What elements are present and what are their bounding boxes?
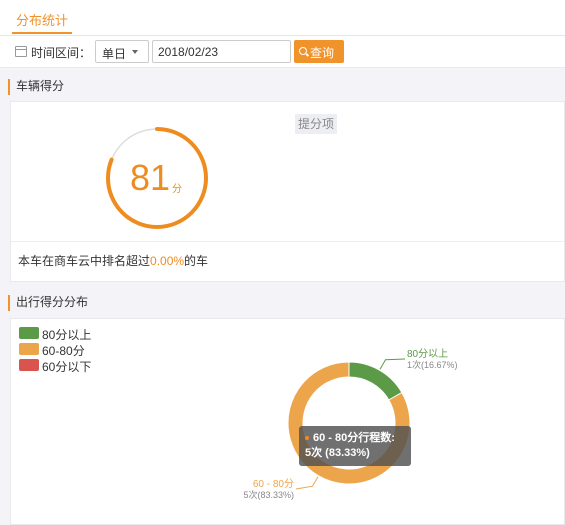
improvement-tag[interactable]: 提分项	[295, 114, 337, 134]
score-value: 81	[130, 157, 171, 198]
slice-value-label: 1次(16.67%)	[407, 359, 458, 370]
rank-text: 本车在商车云中排名超过0.00%的车	[18, 252, 208, 269]
rank-suffix: 的车	[184, 254, 209, 268]
time-range-label: 时间区间：	[31, 46, 92, 60]
tooltip-dot	[305, 436, 309, 441]
chevron-down-icon	[132, 50, 138, 54]
score-unit: 分	[172, 184, 182, 195]
rank-percentage: 0.00%	[150, 254, 185, 268]
calendar-icon	[15, 46, 27, 57]
rank-prefix: 本车在商车云中排名超过	[18, 254, 151, 268]
tab-bar: 分布统计	[0, 0, 565, 36]
tooltip-line1: 60 - 80分行程数:	[313, 432, 395, 444]
distribution-panel: 80分以上 60-80分 60分以下 80分以上 1次(16.67%) 60 - 8…	[10, 318, 565, 525]
search-icon	[299, 47, 307, 55]
divider	[11, 241, 564, 242]
tab-distribution-stats[interactable]: 分布统计	[12, 10, 73, 34]
distribution-title: 出行得分分布	[8, 295, 88, 311]
query-button[interactable]: 查询	[294, 40, 344, 63]
period-select[interactable]: 单日	[95, 40, 149, 63]
vehicle-score-title: 车辆得分	[8, 79, 64, 95]
tooltip-value: 5次 (83.33%)	[305, 447, 370, 459]
chart-tooltip: 60 - 80分行程数: 5次 (83.33%)	[299, 426, 411, 466]
donut-slice[interactable]	[348, 361, 403, 401]
date-input[interactable]	[152, 40, 291, 63]
vehicle-score-panel: 81 分 提分项 本车在商车云中排名超过0.00%的车	[10, 101, 565, 282]
slice-category-label: 60 - 80分	[253, 478, 294, 490]
period-select-value: 单日	[102, 47, 127, 61]
leader-line	[295, 476, 319, 490]
distribution-donut-chart: 80分以上1次(16.67%) 60 - 80分5次(83.33%)	[243, 348, 458, 500]
slice-value-label: 5次(83.33%)	[243, 489, 294, 500]
filter-bar: 时间区间： 单日 查询	[0, 36, 565, 68]
leader-line	[379, 358, 406, 370]
tooltip-title: 60 - 80分行程数:	[305, 431, 405, 446]
query-button-label: 查询	[310, 46, 335, 60]
slice-category-label: 80分以上	[407, 348, 448, 360]
